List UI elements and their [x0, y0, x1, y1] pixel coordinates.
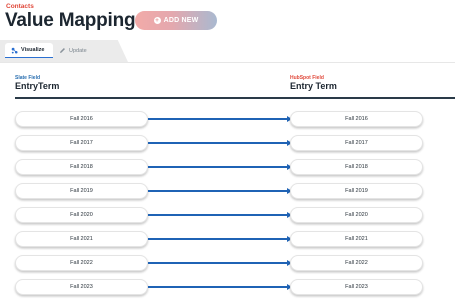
- tab-update-label: Update: [69, 47, 87, 54]
- mapping-row: Fall 2020 Fall 2020: [0, 207, 455, 223]
- plus-icon: +: [153, 17, 161, 24]
- add-new-button[interactable]: + ADD NEW: [135, 11, 217, 30]
- target-value-pill[interactable]: Fall 2016: [290, 111, 423, 127]
- target-value-pill[interactable]: Fall 2022: [290, 255, 423, 271]
- source-value-pill[interactable]: Fall 2018: [15, 159, 148, 175]
- source-value-pill[interactable]: Fall 2021: [15, 231, 148, 247]
- source-field-name: EntryTerm: [15, 81, 60, 91]
- target-value-pill[interactable]: Fall 2019: [290, 183, 423, 199]
- mapping-arrow: [148, 163, 292, 170]
- mapping-row: Fall 2017 Fall 2017: [0, 135, 455, 151]
- network-icon: [11, 47, 18, 54]
- header-divider: [15, 97, 455, 99]
- source-value-pill[interactable]: Fall 2016: [15, 111, 148, 127]
- mapping-row: Fall 2019 Fall 2019: [0, 183, 455, 199]
- source-value-pill[interactable]: Fall 2020: [15, 207, 148, 223]
- mapping-row: Fall 2021 Fall 2021: [0, 231, 455, 247]
- source-value-pill[interactable]: Fall 2019: [15, 183, 148, 199]
- target-value-pill[interactable]: Fall 2023: [290, 279, 423, 295]
- mapping-arrow: [148, 283, 292, 290]
- target-value-pill[interactable]: Fall 2020: [290, 207, 423, 223]
- source-value-pill[interactable]: Fall 2022: [15, 255, 148, 271]
- tab-visualize-label: Visualize: [21, 47, 45, 53]
- mapping-arrow: [148, 235, 292, 242]
- mapping-row: Fall 2023 Fall 2023: [0, 279, 455, 295]
- mapping-arrow: [148, 187, 292, 194]
- breadcrumb[interactable]: Contacts: [6, 3, 34, 10]
- pencil-icon: [60, 48, 65, 53]
- target-field-name: Entry Term: [290, 81, 337, 91]
- tab-visualize[interactable]: Visualize: [5, 43, 53, 58]
- target-value-pill[interactable]: Fall 2021: [290, 231, 423, 247]
- mapping-arrow: [148, 139, 292, 146]
- mapping-arrow: [148, 211, 292, 218]
- mapping-row: Fall 2022 Fall 2022: [0, 255, 455, 271]
- target-value-pill[interactable]: Fall 2017: [290, 135, 423, 151]
- source-value-pill[interactable]: Fall 2017: [15, 135, 148, 151]
- add-new-label: ADD NEW: [163, 17, 199, 24]
- target-value-pill[interactable]: Fall 2018: [290, 159, 423, 175]
- mapping-arrow: [148, 259, 292, 266]
- mapping-row: Fall 2016 Fall 2016: [0, 111, 455, 127]
- tab-bar: Visualize Update: [0, 40, 455, 62]
- mapping-arrow: [148, 115, 292, 122]
- mapping-row: Fall 2018 Fall 2018: [0, 159, 455, 175]
- tab-update[interactable]: Update: [57, 43, 87, 58]
- source-value-pill[interactable]: Fall 2023: [15, 279, 148, 295]
- page-title: Value Mapping: [5, 10, 136, 31]
